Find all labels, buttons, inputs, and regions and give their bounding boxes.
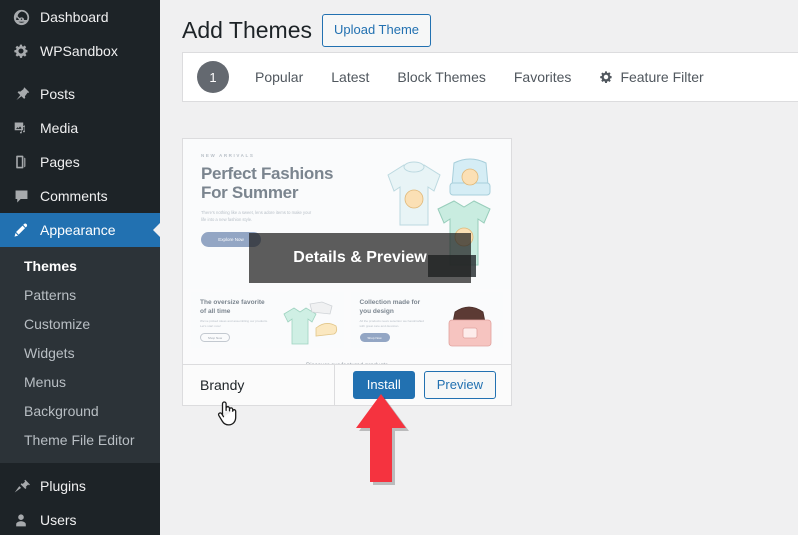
sidebar-item-users[interactable]: Users bbox=[0, 503, 160, 535]
users-icon bbox=[11, 510, 31, 530]
theme-card-brandy[interactable]: NEW ARRIVALS Perfect Fashions For Summer… bbox=[182, 138, 512, 406]
sidebar-label: Posts bbox=[40, 86, 76, 102]
sidebar-item-posts[interactable]: Posts bbox=[0, 77, 160, 111]
promo-button: Shop Now bbox=[359, 333, 390, 343]
gear-icon bbox=[599, 70, 613, 84]
preview-button[interactable]: Preview bbox=[423, 371, 496, 399]
sidebar-label: Users bbox=[40, 512, 77, 528]
filter-link-label: Feature Filter bbox=[620, 69, 704, 85]
paintbrush-icon bbox=[11, 220, 31, 240]
theme-screenshot[interactable]: NEW ARRIVALS Perfect Fashions For Summer… bbox=[183, 139, 511, 364]
sidebar-label: Media bbox=[40, 120, 79, 136]
sidebar-item-wpsandbox[interactable]: WPSandbox bbox=[0, 34, 160, 68]
hero-paragraph: There's nothing like a sweet, lens adore… bbox=[201, 210, 312, 222]
filter-link-latest[interactable]: Latest bbox=[331, 69, 369, 85]
plugins-icon bbox=[11, 476, 31, 496]
gear-icon bbox=[11, 41, 31, 61]
submenu-item-theme-file-editor[interactable]: Theme File Editor bbox=[0, 426, 160, 455]
theme-actions: Install Preview bbox=[333, 365, 511, 405]
admin-sidebar: Dashboard WPSandbox Posts Media Pages Co… bbox=[0, 0, 160, 535]
theme-name: Brandy bbox=[200, 377, 245, 393]
sidebar-item-appearance[interactable]: Appearance bbox=[0, 213, 160, 247]
promo-heading: Collection made for you design bbox=[359, 299, 421, 315]
sidebar-item-plugins[interactable]: Plugins bbox=[0, 469, 160, 503]
promo-heading: The oversize favorite of all time bbox=[200, 299, 265, 315]
filter-link-block-themes[interactable]: Block Themes bbox=[397, 69, 485, 85]
submenu-item-patterns[interactable]: Patterns bbox=[0, 281, 160, 310]
pages-icon bbox=[11, 152, 31, 172]
upload-theme-button[interactable]: Upload Theme bbox=[321, 14, 432, 47]
promo-paragraph: All the products news selection we handc… bbox=[359, 319, 425, 328]
submenu-item-customize[interactable]: Customize bbox=[0, 310, 160, 339]
pin-icon bbox=[11, 84, 31, 104]
submenu-item-widgets[interactable]: Widgets bbox=[0, 339, 160, 368]
theme-card-footer: Brandy Install Preview bbox=[183, 364, 511, 405]
install-button[interactable]: Install bbox=[352, 371, 415, 399]
submenu-item-themes[interactable]: Themes bbox=[0, 252, 160, 281]
screenshot-promos: The oversize favorite of all time We've … bbox=[183, 289, 511, 348]
sidebar-label: WPSandbox bbox=[40, 43, 118, 59]
filter-link-popular[interactable]: Popular bbox=[255, 69, 303, 85]
sidebar-label: Comments bbox=[40, 188, 108, 204]
media-icon bbox=[11, 118, 31, 138]
sidebar-label: Pages bbox=[40, 154, 80, 170]
page-title: Add Themes bbox=[182, 16, 312, 43]
sidebar-item-media[interactable]: Media bbox=[0, 111, 160, 145]
sidebar-item-pages[interactable]: Pages bbox=[0, 145, 160, 179]
sidebar-item-comments[interactable]: Comments bbox=[0, 179, 160, 213]
bag-illustration bbox=[448, 306, 492, 347]
sidebar-label: Appearance bbox=[40, 222, 116, 238]
main-content: Add Themes Upload Theme 1 Popular Latest… bbox=[160, 0, 798, 535]
promo-paragraph: We've picked ideas and assembling our pr… bbox=[200, 319, 268, 328]
dashboard-icon bbox=[11, 7, 31, 27]
sweater-illustration bbox=[282, 301, 337, 345]
wordpress-admin-screen: Dashboard WPSandbox Posts Media Pages Co… bbox=[0, 0, 798, 535]
promo-card: Collection made for you design All the p… bbox=[350, 292, 503, 348]
filter-link-favorites[interactable]: Favorites bbox=[514, 69, 572, 85]
details-preview-overlay[interactable]: Details & Preview bbox=[249, 233, 471, 283]
sidebar-label: Dashboard bbox=[40, 9, 109, 25]
screenshot-footer-text: Discover our featured products bbox=[183, 348, 511, 364]
filter-link-feature-filter[interactable]: Feature Filter bbox=[599, 69, 704, 85]
promo-card: The oversize favorite of all time We've … bbox=[191, 292, 344, 348]
promo-button: Shop Now bbox=[200, 333, 230, 343]
page-header: Add Themes Upload Theme bbox=[160, 0, 798, 52]
comments-icon bbox=[11, 186, 31, 206]
theme-count-badge: 1 bbox=[197, 61, 229, 93]
submenu-item-background[interactable]: Background bbox=[0, 397, 160, 426]
submenu-item-menus[interactable]: Menus bbox=[0, 368, 160, 397]
sidebar-item-dashboard[interactable]: Dashboard bbox=[0, 0, 160, 34]
theme-filter-bar: 1 Popular Latest Block Themes Favorites … bbox=[182, 52, 798, 102]
appearance-submenu: Themes Patterns Customize Widgets Menus … bbox=[0, 247, 160, 463]
sidebar-label: Plugins bbox=[40, 478, 86, 494]
overlay-label: Details & Preview bbox=[293, 249, 427, 266]
sidebar-divider-1 bbox=[0, 68, 160, 77]
